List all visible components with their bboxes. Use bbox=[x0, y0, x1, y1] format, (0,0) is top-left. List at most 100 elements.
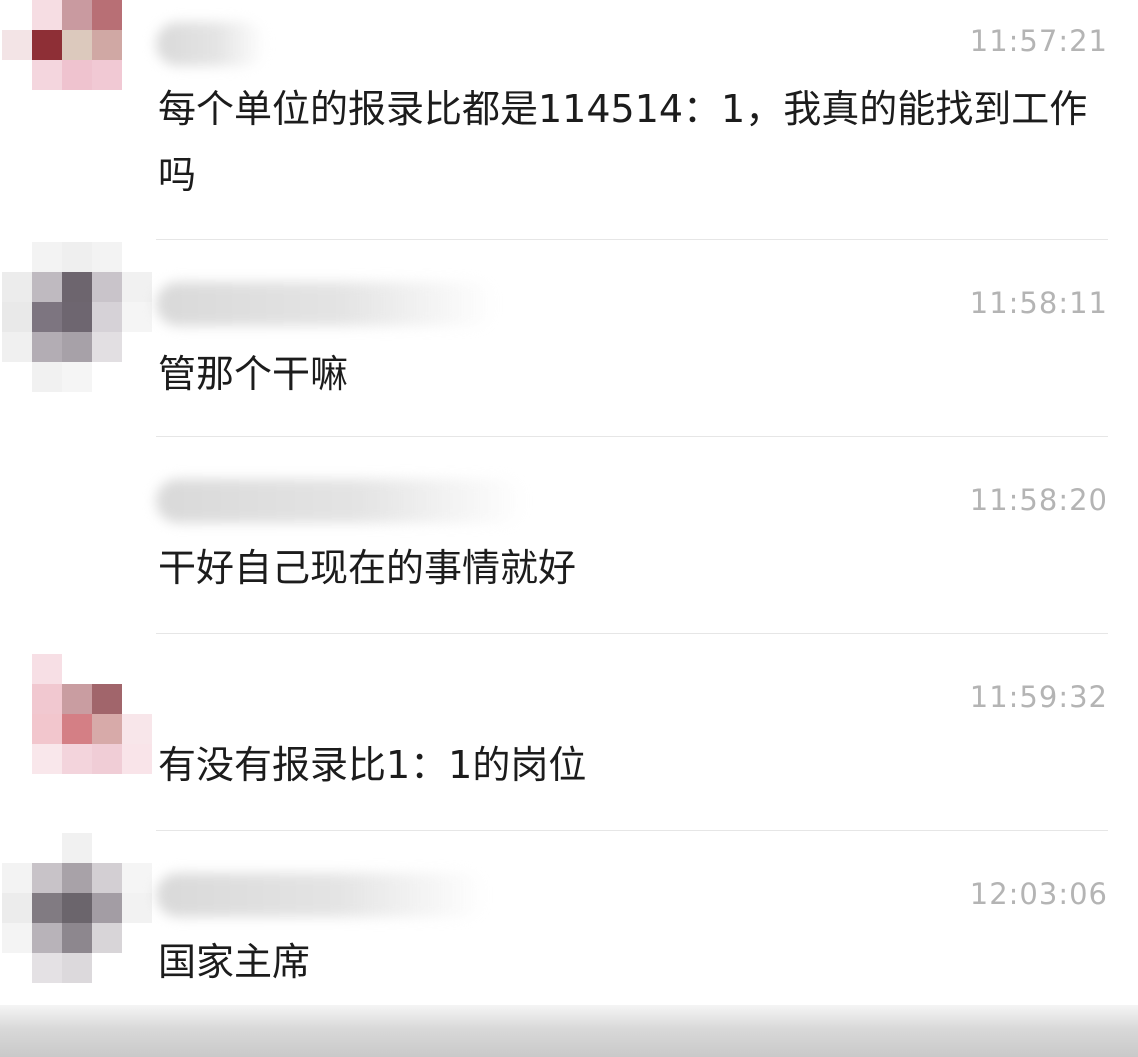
avatar[interactable] bbox=[2, 439, 152, 589]
message-timestamp: 11:59:32 bbox=[969, 680, 1108, 714]
message-text[interactable]: 每个单位的报录比都是114514：1，我真的能找到工作吗 bbox=[158, 76, 1088, 208]
avatar-mosaic-cell bbox=[62, 272, 92, 302]
avatar-mosaic-cell bbox=[2, 529, 32, 559]
avatar-mosaic-cell bbox=[32, 654, 62, 684]
avatar-mosaic-cell bbox=[2, 362, 32, 392]
avatar-mosaic-cell bbox=[92, 30, 122, 60]
avatar-mosaic-cell bbox=[62, 953, 92, 983]
avatar-mosaic-cell bbox=[2, 30, 32, 60]
avatar-mosaic-cell bbox=[32, 499, 62, 529]
avatar-mosaic-cell bbox=[2, 714, 32, 744]
avatar-mosaic-cell bbox=[122, 439, 152, 469]
avatar-mosaic-cell bbox=[62, 242, 92, 272]
avatar-mosaic-cell bbox=[2, 439, 32, 469]
avatar-mosaic-cell bbox=[2, 744, 32, 774]
chat-message[interactable]: 11:57:21 每个单位的报录比都是114514：1，我真的能找到工作吗 bbox=[0, 0, 1138, 240]
avatar-mosaic-cell bbox=[92, 332, 122, 362]
avatar-mosaic-cell bbox=[32, 953, 62, 983]
avatar-mosaic-cell bbox=[2, 242, 32, 272]
avatar-mosaic-cell bbox=[32, 863, 62, 893]
avatar-mosaic-cell bbox=[2, 559, 32, 589]
chat-message[interactable]: 11:59:32 有没有报录比1：1的岗位 bbox=[0, 634, 1138, 831]
chat-message-list[interactable]: 11:57:21 每个单位的报录比都是114514：1，我真的能找到工作吗 11… bbox=[0, 0, 1138, 1057]
avatar-mosaic-cell bbox=[122, 90, 152, 120]
avatar-mosaic-cell bbox=[92, 499, 122, 529]
avatar[interactable] bbox=[2, 242, 152, 392]
avatar-mosaic-cell bbox=[122, 30, 152, 60]
avatar-mosaic-cell bbox=[32, 272, 62, 302]
avatar-mosaic-cell bbox=[122, 833, 152, 863]
avatar-mosaic-cell bbox=[92, 893, 122, 923]
avatar-mosaic-cell bbox=[122, 120, 152, 150]
message-text[interactable]: 有没有报录比1：1的岗位 bbox=[158, 732, 1088, 798]
avatar[interactable] bbox=[2, 0, 152, 150]
avatar-mosaic-cell bbox=[62, 863, 92, 893]
avatar-mosaic-cell bbox=[122, 893, 152, 923]
avatar-mosaic-cell bbox=[62, 559, 92, 589]
avatar-mosaic-cell bbox=[32, 559, 62, 589]
avatar-mosaic-cell bbox=[32, 684, 62, 714]
avatar-mosaic-cell bbox=[92, 0, 122, 30]
avatar-mosaic-cell bbox=[122, 654, 152, 684]
avatar-mosaic-cell bbox=[62, 529, 92, 559]
message-text[interactable]: 管那个干嘛 bbox=[158, 341, 1088, 407]
avatar-mosaic-cell bbox=[92, 302, 122, 332]
avatar-mosaic-cell bbox=[62, 362, 92, 392]
bottom-bar bbox=[0, 1005, 1138, 1057]
avatar-mosaic-cell bbox=[122, 559, 152, 589]
sender-name-blurred bbox=[156, 282, 496, 326]
avatar-mosaic-cell bbox=[62, 714, 92, 744]
avatar-mosaic-cell bbox=[32, 923, 62, 953]
avatar-mosaic-cell bbox=[62, 654, 92, 684]
avatar-mosaic-cell bbox=[32, 90, 62, 120]
avatar-mosaic-cell bbox=[122, 362, 152, 392]
avatar-mosaic-cell bbox=[92, 744, 122, 774]
chat-message[interactable]: 11:58:20 干好自己现在的事情就好 bbox=[0, 437, 1138, 634]
avatar-mosaic-cell bbox=[2, 684, 32, 714]
avatar-mosaic-cell bbox=[92, 953, 122, 983]
avatar-mosaic-cell bbox=[122, 744, 152, 774]
avatar-mosaic-cell bbox=[92, 60, 122, 90]
avatar-mosaic-cell bbox=[92, 833, 122, 863]
avatar-mosaic-cell bbox=[122, 469, 152, 499]
avatar-mosaic-cell bbox=[122, 684, 152, 714]
avatar-mosaic-cell bbox=[32, 469, 62, 499]
avatar-mosaic-cell bbox=[92, 120, 122, 150]
avatar-mosaic-cell bbox=[32, 714, 62, 744]
chat-message[interactable]: 11:58:11 管那个干嘛 bbox=[0, 240, 1138, 437]
avatar-mosaic-cell bbox=[92, 714, 122, 744]
avatar[interactable] bbox=[2, 654, 152, 804]
avatar-mosaic-cell bbox=[92, 774, 122, 804]
avatar-mosaic-cell bbox=[92, 863, 122, 893]
avatar-mosaic-cell bbox=[92, 684, 122, 714]
avatar-mosaic-cell bbox=[62, 499, 92, 529]
avatar-mosaic-cell bbox=[62, 893, 92, 923]
avatar-mosaic-cell bbox=[32, 60, 62, 90]
avatar-mosaic-cell bbox=[32, 893, 62, 923]
avatar-mosaic-cell bbox=[62, 302, 92, 332]
avatar-mosaic-cell bbox=[2, 302, 32, 332]
avatar-mosaic-cell bbox=[122, 332, 152, 362]
avatar-mosaic-cell bbox=[92, 923, 122, 953]
sender-name-blurred bbox=[156, 22, 266, 66]
avatar-mosaic-cell bbox=[32, 120, 62, 150]
avatar-mosaic-cell bbox=[122, 242, 152, 272]
avatar-mosaic-cell bbox=[32, 0, 62, 30]
avatar-mosaic-cell bbox=[62, 90, 92, 120]
avatar-mosaic-cell bbox=[62, 439, 92, 469]
avatar-mosaic-cell bbox=[62, 469, 92, 499]
avatar-mosaic-cell bbox=[62, 684, 92, 714]
message-text[interactable]: 干好自己现在的事情就好 bbox=[158, 535, 1088, 601]
avatar-mosaic-cell bbox=[2, 953, 32, 983]
message-timestamp: 11:58:11 bbox=[969, 286, 1108, 320]
avatar-mosaic-cell bbox=[62, 774, 92, 804]
avatar-mosaic-cell bbox=[92, 559, 122, 589]
avatar-mosaic-cell bbox=[32, 439, 62, 469]
chat-message[interactable]: 12:03:06 国家主席 bbox=[0, 831, 1138, 1011]
sender-name-blurred bbox=[156, 873, 486, 917]
message-text[interactable]: 国家主席 bbox=[158, 929, 1088, 995]
avatar-mosaic-cell bbox=[122, 774, 152, 804]
avatar-mosaic-cell bbox=[62, 60, 92, 90]
avatar-mosaic-cell bbox=[32, 529, 62, 559]
avatar[interactable] bbox=[2, 833, 152, 983]
